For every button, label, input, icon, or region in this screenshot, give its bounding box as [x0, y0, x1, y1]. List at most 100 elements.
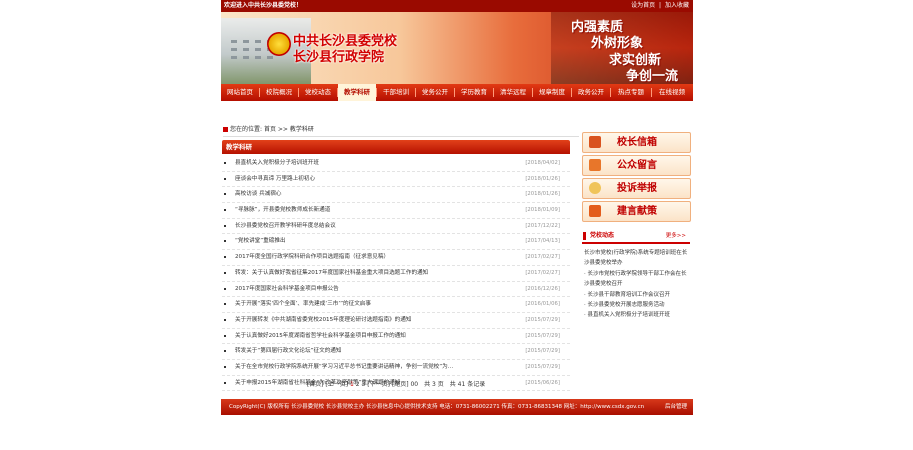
article-row[interactable]: 关于开展“落实‘四个全面’、率先建成‘三市’”的征文启事 [2016/01/06]: [222, 297, 570, 313]
pager-page-2[interactable]: 2: [356, 381, 360, 388]
bullet-icon: [224, 209, 226, 212]
article-row[interactable]: “寻脉脉”，开县委党校教师成长新通道 [2018/01/09]: [222, 203, 570, 219]
news-item[interactable]: · 长沙市党校行政学院领导干部工作会在长沙县委党校召开: [584, 269, 688, 290]
article-row[interactable]: 长沙县委党校召开教学科研年度总结会议 [2017/12/22]: [222, 219, 570, 235]
nav-item-party-affairs[interactable]: 党务公开: [416, 84, 454, 101]
article-title[interactable]: 关于认真做好2015年度湖南省哲学社会科学基金项目申报工作的通知: [235, 329, 406, 344]
complaint-button[interactable]: 投诉举报: [582, 178, 691, 199]
nav-item-rules[interactable]: 规章制度: [533, 84, 571, 101]
pencil-icon: [589, 205, 601, 217]
suggestion-button[interactable]: 建言献策: [582, 201, 691, 222]
bullet-icon: [224, 256, 226, 259]
bullet-icon: [224, 240, 226, 243]
nav-item-overview[interactable]: 校院概况: [260, 84, 298, 101]
pager-next[interactable]: [下一页]: [367, 381, 390, 388]
news-item[interactable]: · 长沙县干部教育培训工作会议召开: [584, 290, 688, 300]
principal-mailbox-label: 校长信箱: [617, 137, 657, 148]
pager-page-3[interactable]: 3: [362, 381, 366, 388]
admin-link[interactable]: 后台管理: [665, 399, 687, 415]
article-row[interactable]: 县直机关入党积极分子培训班开班 [2018/04/02]: [222, 156, 570, 172]
article-row[interactable]: “党校讲堂”重磅推出 [2017/04/13]: [222, 234, 570, 251]
article-title[interactable]: 县直机关入党积极分子培训班开班: [235, 156, 319, 171]
article-date: [2018/01/09]: [525, 207, 560, 214]
mail-icon: [589, 136, 601, 148]
article-title[interactable]: 长沙县委党校召开教学科研年度总结会议: [235, 219, 336, 234]
article-row[interactable]: 关于认真做好2015年度湖南省哲学社会科学基金项目申报工作的通知 [2015/07…: [222, 329, 570, 345]
article-title[interactable]: 2017年度全国行政学院科研合作项目选题指南（征求意见稿）: [235, 250, 389, 265]
article-date: [2017/02/27]: [525, 269, 560, 276]
article-title[interactable]: 转发：关于认真做好我省征集2017年度国家社科基金重大项目选题工作的通知: [235, 266, 428, 281]
principal-mailbox-button[interactable]: 校长信箱: [582, 132, 691, 153]
pager-first[interactable]: [首页]: [307, 381, 324, 388]
public-message-label: 公众留言: [617, 160, 657, 171]
bullet-icon: [224, 365, 226, 368]
article-title[interactable]: 关于开展转发《中共湖南省委党校2015年度理论研讨选题指南》的通知: [235, 313, 411, 328]
article-panel: 教学科研 县直机关入党积极分子培训班开班 [2018/04/02] 座谈会中寻真谛 …: [222, 140, 570, 392]
news-item[interactable]: · 县直机关入党积极分子培训班开班: [584, 310, 688, 320]
pager-last[interactable]: [尾页]: [392, 381, 409, 388]
breadcrumb: 您在的位置: 首页 >> 教学科研: [223, 124, 579, 137]
set-homepage-link[interactable]: 设为首页: [631, 2, 655, 9]
panel-header: 教学科研: [222, 140, 570, 154]
nav-item-news[interactable]: 党校动态: [299, 84, 337, 101]
nav-item-education[interactable]: 学历教育: [455, 84, 493, 101]
breadcrumb-home[interactable]: 首页: [264, 126, 276, 133]
article-row[interactable]: 2017年度国家社会科学基金项目申报公告 [2016/12/26]: [222, 282, 570, 298]
article-row[interactable]: 高校访谈 兵减宿心 [2018/01/26]: [222, 187, 570, 204]
article-title[interactable]: 关于在全市党校行政学院系统开展“学习习近平总书记重要讲话精神，争创一流党校”为.…: [235, 360, 453, 375]
news-list: 长沙市党校(行政学院)系统专题培训班在长沙县委党校举办 · 长沙市党校行政学院领…: [584, 248, 688, 321]
article-date: [2016/01/06]: [525, 301, 560, 308]
article-date: [2017/02/27]: [525, 254, 560, 261]
article-title[interactable]: 关于开展“落实‘四个全面’、率先建成‘三市’”的征文启事: [235, 297, 371, 312]
top-link-sep: |: [659, 2, 662, 9]
panel-title: 教学科研: [226, 143, 252, 151]
nav-item-government[interactable]: 政务公开: [572, 84, 610, 101]
bullet-icon: [224, 224, 226, 227]
pager-page-1[interactable]: 1: [350, 381, 354, 388]
nav-item-topics[interactable]: 热点专题: [611, 84, 651, 101]
article-date: [2015/07/29]: [525, 332, 560, 339]
article-title[interactable]: “党校讲堂”重磅推出: [235, 234, 286, 249]
article-row[interactable]: 2017年度全国行政学院科研合作项目选题指南（征求意见稿） [2017/02/27…: [222, 250, 570, 266]
article-title[interactable]: “寻脉脉”，开县委党校教师成长新通道: [235, 203, 330, 218]
bullet-icon: [224, 287, 226, 290]
article-row[interactable]: 转发关于“第四届行政文化论坛”征文的通知 [2015/07/29]: [222, 344, 570, 360]
news-item[interactable]: 长沙市党校(行政学院)系统专题培训班在长沙县委党校举办: [584, 248, 688, 269]
bulb-icon: [589, 182, 601, 194]
nav-item-training[interactable]: 干部培训: [377, 84, 415, 101]
nav-item-video[interactable]: 在线视频: [652, 84, 692, 101]
article-title[interactable]: 2017年度国家社会科学基金项目申报公告: [235, 282, 339, 297]
news-item[interactable]: · 长沙县委党校开展志愿服务活动: [584, 300, 688, 310]
article-title[interactable]: 高校访谈 兵减宿心: [235, 187, 282, 202]
main-nav: 网站首页 校院概况 党校动态 教学科研 干部培训 党务公开 学历教育 清华远程 …: [221, 84, 693, 101]
pagination: [首页] [上一页] 1 2 3 [下一页] [尾页] 00 共 3 页 共 4…: [221, 380, 571, 390]
article-row[interactable]: 关于在全市党校行政学院系统开展“学习习近平总书记重要讲话精神，争创一流党校”为.…: [222, 360, 570, 376]
article-row[interactable]: 转发：关于认真做好我省征集2017年度国家社科基金重大项目选题工作的通知 [201…: [222, 266, 570, 282]
nav-item-tsinghua[interactable]: 清华远程: [494, 84, 532, 101]
article-title[interactable]: 转发关于“第四届行政文化论坛”征文的通知: [235, 344, 341, 359]
pager-prev[interactable]: [上一页]: [325, 381, 348, 388]
breadcrumb-current: 教学科研: [289, 126, 314, 133]
breadcrumb-prefix: 您在的位置:: [230, 126, 263, 133]
nav-item-home[interactable]: 网站首页: [221, 84, 259, 101]
news-more-link[interactable]: 更多>>: [666, 230, 686, 242]
article-date: [2016/12/26]: [525, 285, 560, 292]
news-header-bar: [583, 232, 586, 240]
article-date: [2017/12/22]: [525, 222, 560, 229]
school-name: 中共长沙县委党校 长沙县行政学院: [293, 34, 397, 66]
article-date: [2018/01/26]: [525, 175, 560, 182]
breadcrumb-sep: >>: [277, 126, 288, 133]
article-title[interactable]: 座谈会中寻真谛 万里路上初初心: [235, 172, 315, 187]
party-emblem-icon: [267, 32, 291, 56]
article-row[interactable]: 座谈会中寻真谛 万里路上初初心 [2018/01/26]: [222, 172, 570, 188]
news-title: 党校动态: [590, 232, 615, 239]
bullet-icon: [224, 162, 226, 164]
article-date: [2015/07/29]: [525, 348, 560, 355]
add-favorite-link[interactable]: 加入收藏: [665, 2, 689, 9]
welcome-text: 欢迎进入中共长沙县委党校！: [224, 2, 303, 9]
article-row[interactable]: 关于开展转发《中共湖南省委党校2015年度理论研讨选题指南》的通知 [2015/0…: [222, 313, 570, 329]
nav-item-teaching[interactable]: 教学科研: [338, 84, 376, 101]
public-message-button[interactable]: 公众留言: [582, 155, 691, 176]
news-header: 党校动态 更多>>: [582, 230, 690, 244]
bullet-icon: [224, 193, 226, 196]
